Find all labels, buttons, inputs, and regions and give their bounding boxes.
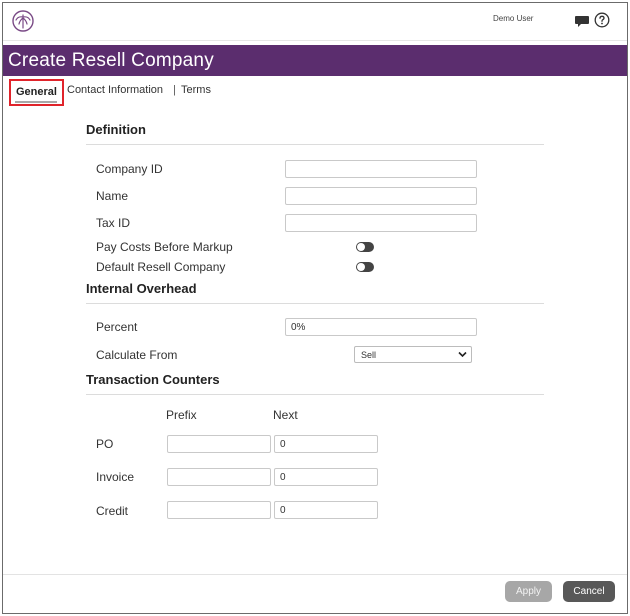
user-name[interactable]: Demo User [493,14,533,23]
pay-costs-toggle[interactable] [356,242,374,252]
credit-next-input[interactable] [274,501,378,519]
po-prefix-input[interactable] [167,435,271,453]
tab-contact-information[interactable]: Contact Information [67,84,163,96]
app-window: Demo User Create Resell Company General … [2,2,628,614]
help-icon[interactable] [594,12,610,28]
invoice-label: Invoice [96,470,135,484]
default-resell-label: Default Resell Company [96,260,226,274]
credit-label: Credit [96,504,129,518]
footer-divider [3,574,627,575]
tax-id-label: Tax ID [96,216,131,230]
invoice-prefix-input[interactable] [167,468,271,486]
name-input[interactable] [285,187,477,205]
po-label: PO [96,437,114,451]
section-divider [86,303,544,304]
section-title-transaction-counters: Transaction Counters [86,372,220,387]
next-column-header: Next [273,408,298,422]
tab-bar: General Contact Information | Terms [3,79,627,107]
tab-terms[interactable]: Terms [181,84,211,96]
invoice-next-input[interactable] [274,468,378,486]
name-label: Name [96,189,129,203]
chevron-down-icon [458,351,467,358]
calculate-from-label: Calculate From [96,348,178,362]
calculate-from-select[interactable]: Sell [354,346,472,363]
section-divider [86,144,544,145]
tax-id-input[interactable] [285,214,477,232]
chat-icon[interactable] [574,13,590,29]
po-next-input[interactable] [274,435,378,453]
page-title-bar: Create Resell Company [3,45,627,76]
apply-button[interactable]: Apply [505,581,552,602]
pay-costs-label: Pay Costs Before Markup [96,240,233,254]
tab-separator: | [173,84,176,96]
section-title-definition: Definition [86,122,146,137]
percent-input[interactable] [285,318,477,336]
active-tab-underline [15,101,57,103]
percent-label: Percent [96,320,138,334]
section-divider [86,394,544,395]
palm-logo-icon[interactable] [12,10,34,32]
tab-general[interactable]: General [9,79,64,106]
top-bar: Demo User [3,3,627,41]
tab-general-label: General [16,86,57,98]
company-id-input[interactable] [285,160,477,178]
company-id-label: Company ID [96,162,163,176]
cancel-button[interactable]: Cancel [563,581,615,602]
default-resell-toggle[interactable] [356,262,374,272]
credit-prefix-input[interactable] [167,501,271,519]
prefix-column-header: Prefix [166,408,197,422]
page-title: Create Resell Company [8,50,214,71]
calculate-from-value: Sell [361,350,377,360]
section-title-internal-overhead: Internal Overhead [86,281,197,296]
